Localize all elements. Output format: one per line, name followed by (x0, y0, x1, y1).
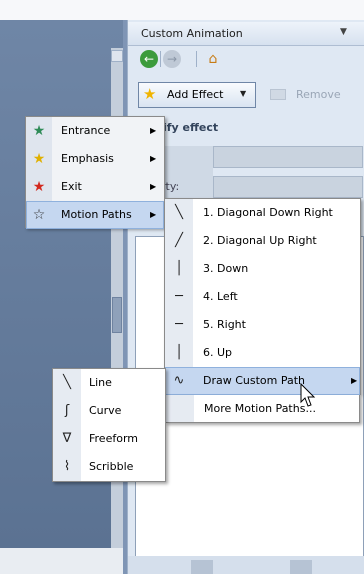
right-line-icon: ─ (175, 317, 183, 332)
reorder-down-button[interactable] (290, 560, 312, 574)
forward-icon[interactable]: → (163, 50, 181, 68)
menu-item-right[interactable]: ─ 5. Right (165, 311, 360, 339)
menu-item-curve[interactable]: ʃ Curve (53, 397, 165, 425)
menu-item-label: 5. Right (203, 318, 246, 331)
red-star-icon: ★ (32, 179, 46, 195)
scroll-up-button[interactable] (111, 50, 123, 62)
submenu-arrow-icon: ▶ (150, 210, 157, 219)
draw-custom-path-menu: ╲ Line ʃ Curve ∇ Freeform ⌇ Scribble (52, 368, 166, 482)
menu-item-diagonal-down-right[interactable]: ╲ 1. Diagonal Down Right (165, 199, 360, 227)
menu-item-label: 4. Left (203, 290, 238, 303)
menu-item-label: Freeform (89, 432, 138, 445)
submenu-arrow-icon: ▶ (150, 126, 157, 135)
remove-button[interactable]: Remove (266, 84, 354, 106)
menu-item-line[interactable]: ╲ Line (53, 369, 165, 397)
line-icon: ╲ (63, 375, 71, 390)
down-line-icon: │ (175, 261, 183, 276)
menu-item-label: Emphasis (61, 152, 114, 165)
pane-menu-icon[interactable]: ▼ (340, 27, 347, 37)
diagonal-up-right-icon: ╱ (175, 233, 183, 248)
menu-item-emphasis[interactable]: ★ Emphasis ▶ (26, 145, 164, 173)
menu-item-motion-paths[interactable]: ☆ Motion Paths ▶ (26, 201, 164, 229)
menu-item-label: 3. Down (203, 262, 249, 275)
star-icon: ★ (143, 85, 157, 103)
menu-item-label: Scribble (89, 460, 134, 473)
up-line-icon: │ (175, 345, 183, 360)
menu-item-label: Draw Custom Path (203, 374, 306, 387)
menu-item-scribble[interactable]: ⌇ Scribble (53, 453, 165, 481)
pane-bottom-bar (128, 556, 364, 574)
menu-item-label: Curve (89, 404, 122, 417)
menu-item-down[interactable]: │ 3. Down (165, 255, 360, 283)
motion-paths-menu: ╲ 1. Diagonal Down Right ╱ 2. Diagonal U… (164, 198, 361, 395)
start-combo[interactable] (213, 146, 363, 168)
menu-item-label: Motion Paths (61, 208, 132, 221)
reorder-up-button[interactable] (191, 560, 213, 574)
property-combo[interactable] (213, 176, 363, 198)
menu-item-label: Entrance (61, 124, 111, 137)
freeform-icon: ∇ (62, 431, 72, 446)
toolbar-separator (160, 51, 161, 67)
modify-effect-label: ify effect (163, 121, 219, 134)
left-line-icon: ─ (175, 289, 183, 304)
back-icon[interactable]: ← (140, 50, 158, 68)
menu-item-label: 1. Diagonal Down Right (203, 206, 333, 219)
scribble-icon: ⌇ (63, 459, 71, 474)
menu-item-label: Exit (61, 180, 82, 193)
toolbar-separator (196, 51, 197, 67)
yellow-star-icon: ★ (32, 151, 46, 167)
curve-icon: ʃ (64, 403, 70, 418)
outline-star-icon: ☆ (32, 207, 46, 223)
menu-item-label: 2. Diagonal Up Right (203, 234, 317, 247)
submenu-arrow-icon: ▶ (150, 182, 157, 191)
custom-path-icon: ∿ (173, 373, 185, 388)
menu-item-label: Line (89, 376, 112, 389)
menu-item-more-motion-paths[interactable]: More Motion Paths... (165, 395, 360, 423)
green-star-icon: ★ (32, 123, 46, 139)
scroll-thumb[interactable] (112, 297, 122, 333)
mouse-cursor-icon (300, 383, 316, 407)
menu-icon-gutter (166, 395, 194, 422)
submenu-arrow-icon: ▶ (150, 154, 157, 163)
chevron-down-icon: ▼ (240, 89, 247, 98)
add-effect-menu: ★ Entrance ▶ ★ Emphasis ▶ ★ Exit ▶ ☆ Mot… (25, 116, 165, 229)
menu-item-label: 6. Up (203, 346, 233, 359)
submenu-arrow-icon: ▶ (351, 376, 358, 385)
menu-item-draw-custom-path[interactable]: ∿ Draw Custom Path ▶ (165, 367, 360, 395)
menu-item-entrance[interactable]: ★ Entrance ▶ (26, 117, 164, 145)
slide-area-background (0, 20, 123, 574)
add-effect-label: Add Effect (167, 88, 224, 101)
menu-item-up[interactable]: │ 6. Up (165, 339, 360, 367)
menu-item-freeform[interactable]: ∇ Freeform (53, 425, 165, 453)
home-icon[interactable]: ⌂ (203, 49, 223, 69)
diagonal-down-right-icon: ╲ (175, 205, 183, 220)
slide-area-bottom (0, 548, 123, 574)
menu-item-exit[interactable]: ★ Exit ▶ (26, 173, 164, 201)
menu-item-left[interactable]: ─ 4. Left (165, 283, 360, 311)
menu-item-diagonal-up-right[interactable]: ╱ 2. Diagonal Up Right (165, 227, 360, 255)
window-top-strip (0, 0, 364, 20)
pane-title: Custom Animation (128, 22, 364, 46)
